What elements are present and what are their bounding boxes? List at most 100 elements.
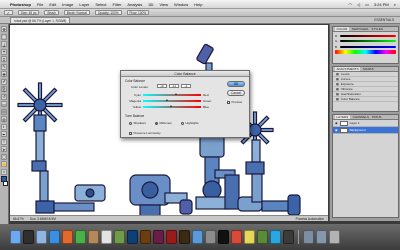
menu-file[interactable]: File bbox=[37, 2, 43, 7]
stickies-icon[interactable] bbox=[244, 230, 255, 244]
battery-icon[interactable]: ▭ bbox=[365, 2, 369, 7]
level-field-2[interactable]: -11 bbox=[169, 84, 179, 88]
tool-preset-picker[interactable]: ✐ bbox=[4, 10, 13, 15]
zoom-tool-icon[interactable]: ⌕ bbox=[1, 168, 7, 175]
slider-handle[interactable] bbox=[174, 93, 177, 96]
marquee-tool-icon[interactable]: ⬚ bbox=[1, 33, 7, 40]
eyedropper-icon[interactable]: ✎ bbox=[1, 63, 7, 70]
lasso-tool-icon[interactable]: ʆ bbox=[1, 41, 7, 47]
eraser-icon[interactable]: ▭ bbox=[1, 101, 7, 107]
volume-icon[interactable]: ◁ bbox=[357, 2, 360, 7]
firefox-icon[interactable] bbox=[62, 230, 73, 244]
menu-help[interactable]: Help bbox=[194, 2, 202, 7]
gradient-tool-icon[interactable]: ▤ bbox=[1, 108, 7, 115]
tab-masks[interactable]: MASKS bbox=[363, 67, 374, 71]
adjustment-item[interactable]: ▦ Color Balance bbox=[333, 97, 398, 102]
address-book-icon[interactable] bbox=[88, 230, 99, 244]
blue-slider[interactable]: B bbox=[333, 45, 398, 49]
ical-icon[interactable] bbox=[101, 230, 112, 244]
menu-select[interactable]: Select bbox=[95, 2, 106, 7]
clone-stamp-icon[interactable]: ⎘ bbox=[1, 86, 7, 92]
tab-channels[interactable]: CHANNELS bbox=[353, 115, 369, 119]
slider-track[interactable] bbox=[143, 93, 201, 96]
iphoto-icon[interactable] bbox=[114, 230, 125, 244]
option-2[interactable]: Mode: Normal bbox=[63, 10, 90, 15]
tone-radio-shadows[interactable]: Shadows bbox=[129, 121, 146, 125]
ichat-icon[interactable] bbox=[75, 230, 86, 244]
illustrator-icon[interactable] bbox=[140, 230, 151, 244]
menu-window[interactable]: Window bbox=[174, 2, 188, 7]
finder-icon[interactable] bbox=[10, 230, 21, 244]
option-0[interactable]: Size: 45 px bbox=[17, 10, 40, 15]
slider-track[interactable] bbox=[143, 99, 201, 102]
wifi-icon[interactable]: ◠ bbox=[348, 2, 352, 7]
menu-layer[interactable]: Layer bbox=[79, 2, 89, 7]
red-slider[interactable]: R bbox=[333, 34, 398, 38]
dashboard-icon[interactable] bbox=[23, 230, 34, 244]
menu-image[interactable]: Image bbox=[62, 2, 73, 7]
background-color-swatch[interactable] bbox=[3, 180, 8, 186]
mail-icon[interactable] bbox=[36, 230, 47, 244]
documents-icon[interactable] bbox=[316, 230, 327, 244]
option-3[interactable]: Opacity: 100% bbox=[94, 10, 122, 15]
level-field-1[interactable]: +6 bbox=[157, 84, 167, 88]
bridge-icon[interactable] bbox=[179, 230, 190, 244]
brush-tool-icon[interactable]: ✐ bbox=[1, 78, 7, 85]
clock[interactable]: 3:24 PM bbox=[374, 2, 389, 7]
color-slider-yellow-blue[interactable]: Yellow Blue bbox=[129, 105, 219, 109]
layer-row[interactable]: ◉ Layer 1 bbox=[333, 120, 398, 127]
slider-handle[interactable] bbox=[166, 99, 169, 102]
history-brush-icon[interactable]: ↺ bbox=[1, 93, 7, 100]
document-tab[interactable]: robot.psd @ 66.7% (Layer 1, RGB/8) bbox=[10, 17, 71, 23]
cancel-button[interactable]: Cancel bbox=[227, 90, 245, 96]
tab-paths[interactable]: PATHS bbox=[372, 115, 382, 119]
workspace-switcher[interactable]: ESSENTIALS bbox=[374, 18, 400, 22]
terminal-icon[interactable] bbox=[218, 230, 229, 244]
hand-tool-icon[interactable]: ✋ bbox=[1, 161, 7, 167]
path-selection-icon[interactable]: ➤ bbox=[1, 146, 7, 152]
type-tool-icon[interactable]: T bbox=[1, 138, 7, 145]
menu-filter[interactable]: Filter bbox=[113, 2, 122, 7]
minecraft-icon[interactable] bbox=[257, 230, 268, 244]
menu-edit[interactable]: Edit bbox=[49, 2, 56, 7]
option-1[interactable]: Brush bbox=[44, 10, 59, 15]
tab-styles[interactable]: STYLES bbox=[371, 27, 383, 31]
option-4[interactable]: Flow: 100% bbox=[126, 10, 150, 15]
color-slider-cyan-red[interactable]: Cyan Red bbox=[129, 93, 219, 97]
eye-icon[interactable]: ◉ bbox=[335, 128, 338, 132]
green-slider[interactable]: G bbox=[333, 39, 398, 43]
downloads-icon[interactable] bbox=[303, 230, 314, 244]
preferences-icon[interactable] bbox=[205, 230, 216, 244]
radio-button[interactable] bbox=[129, 121, 132, 125]
tab-layers[interactable]: LAYERS bbox=[335, 115, 350, 119]
tab-swatches[interactable]: SWATCHES bbox=[352, 27, 369, 31]
tab-adjustments[interactable]: ADJUSTMENTS bbox=[335, 67, 361, 71]
magic-wand-icon[interactable]: ✦ bbox=[1, 48, 7, 55]
radio-button[interactable] bbox=[181, 121, 184, 125]
indesign-icon[interactable] bbox=[153, 230, 164, 244]
menu-3d[interactable]: 3D bbox=[148, 2, 153, 7]
shape-tool-icon[interactable]: ▢ bbox=[1, 153, 7, 160]
safari-icon[interactable] bbox=[49, 230, 60, 244]
itunes-icon[interactable] bbox=[192, 230, 203, 244]
trash-icon[interactable] bbox=[329, 230, 340, 244]
photoshop-icon[interactable] bbox=[127, 230, 138, 244]
flash-icon[interactable] bbox=[166, 230, 177, 244]
zoom-level[interactable]: 66.67% bbox=[13, 217, 24, 221]
tone-radio-highlights[interactable]: Highlights bbox=[181, 121, 199, 125]
skype-icon[interactable] bbox=[270, 230, 281, 244]
crop-tool-icon[interactable]: ⌗ bbox=[1, 56, 7, 62]
eye-icon[interactable]: ◉ bbox=[335, 121, 338, 125]
tab-color[interactable]: COLOR bbox=[335, 27, 349, 31]
layer-row[interactable]: ◉ Background bbox=[333, 127, 398, 134]
dodge-tool-icon[interactable]: ◐ bbox=[1, 123, 7, 130]
color-slider-magenta-green[interactable]: Magenta Green bbox=[129, 99, 219, 103]
preserve-luminosity-checkbox[interactable]: ✓ Preserve Luminosity bbox=[129, 131, 161, 135]
spotlight-icon[interactable]: ⌕ bbox=[394, 2, 396, 7]
preview-checkbox[interactable]: ✓ Preview bbox=[227, 100, 242, 104]
healing-brush-icon[interactable]: ✚ bbox=[1, 71, 7, 77]
slider-track[interactable] bbox=[143, 105, 201, 108]
ok-button[interactable]: OK bbox=[227, 81, 245, 87]
activity-icon[interactable] bbox=[283, 230, 294, 244]
menu-photoshop[interactable]: Photoshop bbox=[10, 2, 31, 7]
